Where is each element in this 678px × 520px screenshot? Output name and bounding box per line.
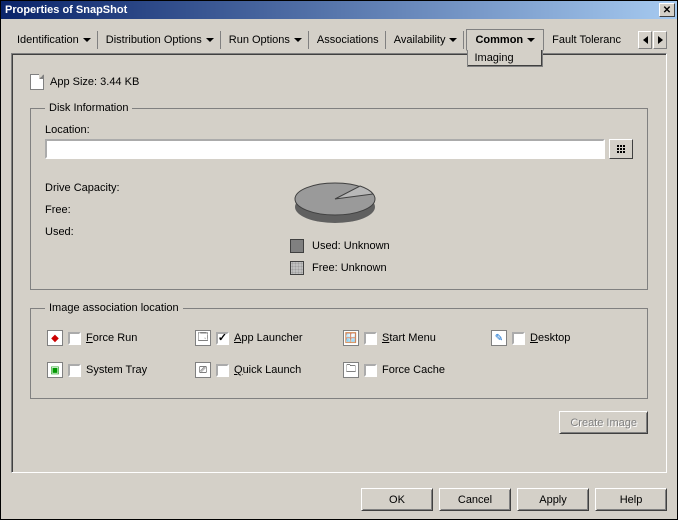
tab-associations[interactable]: Associations [311,31,386,49]
cancel-button[interactable]: Cancel [439,488,511,511]
browse-button[interactable] [609,139,633,159]
help-button[interactable]: Help [595,488,667,511]
used-label: Used: [45,221,285,243]
disk-information-legend: Disk Information [45,102,132,114]
force-cache-label: Force Cache [382,364,445,376]
chevron-down-icon [527,38,535,42]
subtab-imaging[interactable]: Imaging [467,50,543,67]
dialog-button-bar: OK Cancel Apply Help [1,482,677,519]
drive-capacity-label: Drive Capacity: [45,177,285,199]
force-cache-icon: 🗀 [343,362,359,378]
legend-free-swatch [290,261,304,275]
app-launcher-checkbox[interactable] [216,332,229,345]
location-row [45,139,633,159]
tab-availability[interactable]: Availability [388,31,465,49]
drive-row: Drive Capacity: Free: Used: Used: Unknow… [45,177,633,275]
create-image-button[interactable]: Create Image [559,411,648,434]
assoc-desktop: ✎ Desktop [491,330,631,346]
pie-area: Used: Unknown Free: Unknown [285,177,633,275]
tab-scroll-left[interactable] [638,31,652,49]
app-size-label: App Size: 3.44 KB [50,76,139,88]
legend-used-label: Used: Unknown [312,240,390,252]
force-cache-checkbox[interactable] [364,364,377,377]
desktop-icon: ✎ [491,330,507,346]
tab-identification[interactable]: Identification [11,31,98,49]
force-run-label: Force Run [86,332,137,344]
tab-label: Run Options [229,34,290,46]
chevron-down-icon [449,38,457,42]
tab-label: Availability [394,34,446,46]
legend-used-row: Used: Unknown [290,239,390,253]
image-association-legend: Image association location [45,302,183,314]
tab-label: Common [475,34,523,46]
location-label: Location: [45,124,633,136]
tab-panel: App Size: 3.44 KB Disk Information Locat… [11,53,667,473]
desktop-label: Desktop [530,332,570,344]
assoc-quick-launch: ⎚ Quick Launch [195,362,335,378]
drive-labels: Drive Capacity: Free: Used: [45,177,285,275]
quick-launch-icon: ⎚ [195,362,211,378]
create-image-row: Create Image [30,411,648,434]
app-launcher-label: App Launcher [234,332,303,344]
tab-label: Distribution Options [106,34,202,46]
start-menu-icon: 🪟 [343,330,359,346]
tab-run-options[interactable]: Run Options [223,31,309,49]
tab-fault-tolerance[interactable]: Fault Toleranc [546,31,627,49]
assoc-system-tray: ▣ System Tray [47,362,187,378]
document-icon [30,74,44,90]
assoc-force-run: ◆ Force Run [47,330,187,346]
tab-scroll-controls [638,31,667,49]
apply-button[interactable]: Apply [517,488,589,511]
app-launcher-icon: 🗔 [195,330,211,346]
close-button[interactable]: ✕ [659,3,675,17]
properties-window: Properties of SnapShot ✕ Identification … [0,0,678,520]
system-tray-icon: ▣ [47,362,63,378]
tab-scroll-right[interactable] [653,31,667,49]
force-run-icon: ◆ [47,330,63,346]
legend-free-label: Free: Unknown [312,262,387,274]
window-title: Properties of SnapShot [3,4,127,16]
tab-label: Identification [17,34,79,46]
force-run-checkbox[interactable] [68,332,81,345]
chevron-down-icon [206,38,214,42]
content-area: Identification Distribution Options Run … [1,19,677,482]
quick-launch-checkbox[interactable] [216,364,229,377]
browse-icon [617,145,625,153]
assoc-force-cache: 🗀 Force Cache [343,362,483,378]
chevron-left-icon [643,36,648,44]
system-tray-checkbox[interactable] [68,364,81,377]
location-input[interactable] [45,139,605,159]
legend-used-swatch [290,239,304,253]
ok-button[interactable]: OK [361,488,433,511]
image-association-group: Image association location ◆ Force Run 🗔… [30,302,648,399]
start-menu-checkbox[interactable] [364,332,377,345]
tab-common[interactable]: Common Imaging [466,29,544,51]
assoc-app-launcher: 🗔 App Launcher [195,330,335,346]
chevron-down-icon [83,38,91,42]
app-size-row: App Size: 3.44 KB [30,74,648,90]
desktop-checkbox[interactable] [512,332,525,345]
legend-free-row: Free: Unknown [290,261,387,275]
tab-bar: Identification Distribution Options Run … [11,29,667,51]
tab-distribution-options[interactable]: Distribution Options [100,31,221,49]
chevron-right-icon [658,36,663,44]
start-menu-label: Start Menu [382,332,436,344]
chevron-down-icon [294,38,302,42]
assoc-start-menu: 🪟 Start Menu [343,330,483,346]
quick-launch-label: Quick Launch [234,364,301,376]
disk-information-group: Disk Information Location: Drive Capacit… [30,102,648,290]
free-label: Free: [45,199,285,221]
assoc-grid: ◆ Force Run 🗔 App Launcher 🪟 Start Menu [45,324,633,384]
tab-label: Fault Toleranc [552,34,621,46]
tab-label: Associations [317,34,379,46]
disk-usage-pie-icon [290,177,380,231]
system-tray-label: System Tray [86,364,147,376]
titlebar: Properties of SnapShot ✕ [1,1,677,19]
